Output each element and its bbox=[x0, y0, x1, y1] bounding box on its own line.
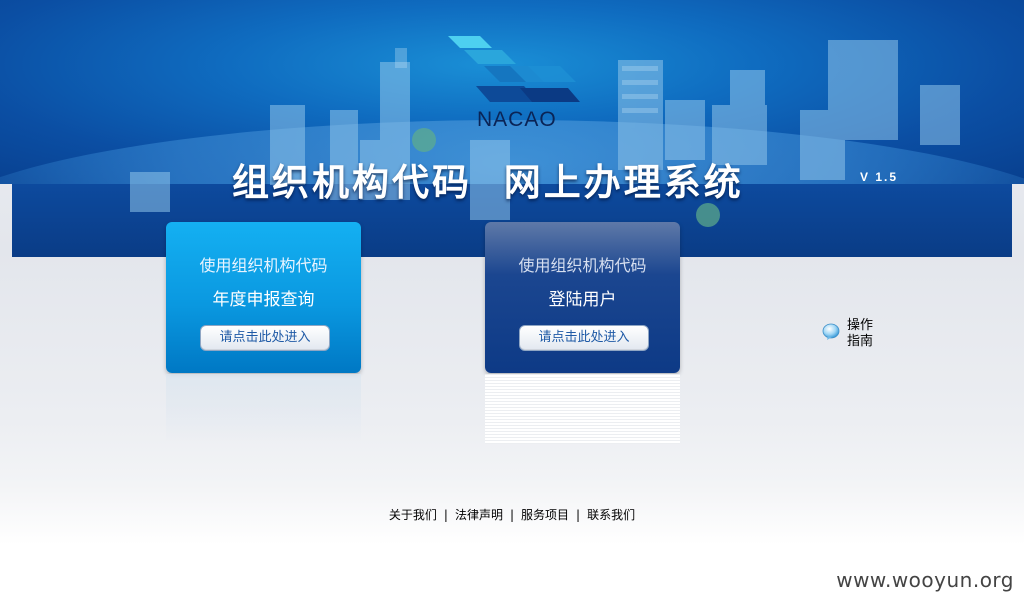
annual-report-enter-button[interactable]: 请点击此处进入 bbox=[200, 325, 330, 351]
annual-report-query-card[interactable]: 使用组织机构代码 年度申报查询 请点击此处进入 bbox=[166, 222, 361, 373]
footer-separator: | bbox=[443, 508, 448, 522]
logo-text: NACAO bbox=[477, 108, 557, 131]
footer-link-services[interactable]: 服务项目 bbox=[521, 508, 569, 522]
version-label: V 1.5 bbox=[860, 170, 899, 184]
watermark: www.wooyun.org bbox=[836, 568, 1014, 592]
operation-guide-label: 操作指南 bbox=[847, 318, 874, 349]
footer-link-legal-notice[interactable]: 法律声明 bbox=[455, 508, 503, 522]
card-subtitle: 使用组织机构代码 bbox=[199, 256, 328, 275]
footer-links: 关于我们 | 法律声明 | 服务项目 | 联系我们 bbox=[0, 506, 1024, 523]
card-subtitle: 使用组织机构代码 bbox=[518, 256, 647, 275]
card-title: 登陆用户 bbox=[548, 290, 617, 310]
card-reflection bbox=[485, 374, 680, 444]
card-reflection bbox=[166, 374, 361, 444]
user-login-card[interactable]: 使用组织机构代码 登陆用户 请点击此处进入 bbox=[485, 222, 680, 373]
footer-separator: | bbox=[576, 508, 581, 522]
page-title: 组织机构代码 网上办理系统 bbox=[232, 161, 744, 204]
speech-bubble-icon bbox=[822, 323, 840, 340]
footer-link-contact-us[interactable]: 联系我们 bbox=[587, 508, 635, 522]
operation-guide-link[interactable]: 操作指南 bbox=[822, 318, 882, 352]
page: NACAO 组织机构代码 网上办理系统 V 1.5 使用组织机构代码 年度申报查… bbox=[0, 0, 1024, 609]
card-title: 年度申报查询 bbox=[212, 290, 315, 310]
user-login-enter-button[interactable]: 请点击此处进入 bbox=[519, 325, 649, 351]
footer-separator: | bbox=[509, 508, 515, 522]
footer-link-about-us[interactable]: 关于我们 bbox=[389, 508, 437, 522]
